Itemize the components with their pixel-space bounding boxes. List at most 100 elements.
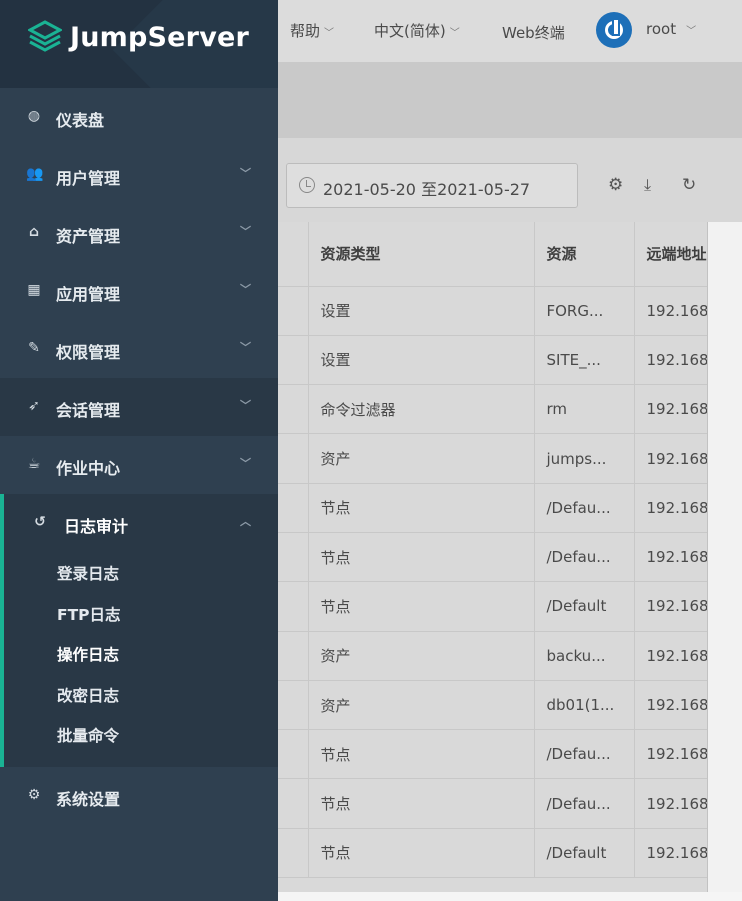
top-navbar: 帮助 ﹀ 中文(简体) ﹀ Web终端 root ﹀	[278, 0, 742, 62]
cell-remote-addr: 192.168	[634, 581, 707, 632]
submenu-operate-log[interactable]: 操作日志	[4, 635, 278, 676]
users-icon: 👥	[26, 166, 44, 182]
cell-hidden	[278, 778, 309, 829]
table-row[interactable]: 设置 FORG... 192.168	[278, 286, 707, 336]
cell-resource-type: 资产	[308, 433, 535, 484]
table-row[interactable]: 资产 jumps... 192.168	[278, 433, 707, 484]
chevron-down-icon: ﹀	[240, 225, 251, 238]
cell-resource: db01(1...	[534, 680, 635, 731]
table-row[interactable]: 节点/Defau... 192.168	[278, 483, 707, 533]
sidebar: JumpServer ◍ 仪表盘 👥 用户管理 ﹀ ⌂ 资产管理 ﹀ ▦ 应用管…	[0, 0, 278, 901]
brand-name: JumpServer	[70, 22, 250, 53]
cell-remote-addr: 192.168	[634, 778, 707, 829]
table-row[interactable]: 命令过滤器 rm 192.168	[278, 384, 707, 435]
cell-remote-addr: 192.168	[634, 286, 707, 336]
column-header-remote-addr[interactable]: 远端地址	[634, 222, 707, 287]
column-header-resource[interactable]: 资源	[534, 222, 635, 287]
sidebar-item-label: 应用管理	[56, 285, 121, 304]
refresh-icon[interactable]: ↻	[682, 175, 696, 195]
cell-resource: jumps...	[534, 433, 635, 484]
sidebar-item-settings[interactable]: ⚙ 系统设置	[0, 767, 278, 825]
submenu-password-change-log[interactable]: 改密日志	[4, 676, 278, 717]
cell-resource-type: 节点	[308, 828, 535, 879]
language-menu[interactable]: 中文(简体) ﹀	[374, 20, 460, 41]
cell-resource-type: 节点	[308, 581, 535, 632]
sidebar-item-label: 用户管理	[56, 169, 121, 188]
date-range-picker[interactable]: 2021-05-20 至2021-05-27	[286, 163, 578, 208]
download-icon[interactable]: ⤓	[644, 175, 651, 195]
settings-icon[interactable]: ⚙	[608, 175, 623, 195]
cell-resource-type: 节点	[308, 483, 535, 533]
sidebar-item-label: 系统设置	[56, 789, 121, 809]
chevron-down-icon: ﹀	[240, 457, 251, 470]
cell-hidden	[278, 729, 309, 780]
cogs-icon: ⚙	[27, 786, 41, 803]
cell-hidden	[278, 286, 309, 336]
sidebar-item-applications[interactable]: ▦ 应用管理 ﹀	[0, 262, 278, 320]
operation-log-table: 资源类型 资源 远端地址 设置 FORG... 192.168 设置 SITE_... 1…	[278, 222, 708, 892]
cell-resource-type: 资产	[308, 631, 535, 681]
help-menu[interactable]: 帮助 ﹀	[290, 20, 334, 41]
cell-hidden	[278, 335, 309, 386]
sidebar-item-label: 日志审计	[64, 517, 129, 536]
date-separator: 至	[421, 180, 438, 199]
logo-area: JumpServer	[0, 0, 278, 88]
sidebar-item-assets[interactable]: ⌂ 资产管理 ﹀	[0, 204, 278, 262]
chevron-down-icon: ﹀	[449, 28, 460, 39]
table-row[interactable]: 资产 backu... 192.168	[278, 631, 707, 681]
cell-resource: backu...	[534, 631, 635, 681]
web-terminal-link[interactable]: Web终端	[502, 22, 565, 43]
table-row[interactable]: 资产 db01(1... 192.168	[278, 680, 707, 731]
sidebar-item-users[interactable]: 👥 用户管理 ﹀	[0, 146, 278, 204]
sidebar-item-log-audit[interactable]: ↺ 日志审计 ︿	[0, 494, 278, 552]
date-end: 2021-05-27	[437, 180, 531, 199]
table-row[interactable]: 节点/Default 192.168	[278, 828, 707, 879]
chevron-down-icon: ﹀	[686, 26, 697, 37]
cell-remote-addr: 192.168	[634, 433, 707, 484]
column-header-resource-type[interactable]: 资源类型	[308, 222, 535, 287]
cell-resource-type: 节点	[308, 778, 535, 829]
table-row[interactable]: 节点/Defau... 192.168	[278, 729, 707, 780]
submenu-batch-command[interactable]: 批量命令	[4, 716, 278, 757]
cell-resource: /Default	[534, 828, 635, 879]
sidebar-item-sessions[interactable]: ➶ 会话管理 ﹀	[0, 378, 278, 436]
user-name: root	[646, 20, 677, 38]
submenu-ftp-log[interactable]: FTP日志	[4, 595, 278, 636]
dashboard-icon: ◍	[27, 108, 41, 124]
user-avatar-icon[interactable]	[596, 12, 632, 48]
user-menu[interactable]: root ﹀	[646, 20, 696, 38]
sidebar-nav: ◍ 仪表盘 👥 用户管理 ﹀ ⌂ 资产管理 ﹀ ▦ 应用管理 ﹀ ✎ 权限管理 …	[0, 88, 278, 825]
language-label: 中文(简体)	[374, 22, 446, 40]
column-header-hidden	[278, 222, 309, 287]
cell-remote-addr: 192.168	[634, 532, 707, 583]
table-row[interactable]: 设置 SITE_... 192.168	[278, 335, 707, 386]
cell-hidden	[278, 433, 309, 484]
cell-hidden	[278, 828, 309, 879]
sidebar-item-dashboard[interactable]: ◍ 仪表盘	[0, 88, 278, 146]
cell-resource-type: 设置	[308, 335, 535, 386]
table-header-row: 资源类型 资源 远端地址	[278, 222, 707, 287]
table-toolbar: 2021-05-20 至2021-05-27 ⚙ ⤓ ↻	[278, 138, 742, 222]
edit-icon: ✎	[28, 340, 40, 356]
submenu-login-log[interactable]: 登录日志	[4, 554, 278, 595]
jumpserver-logo-icon	[28, 20, 62, 52]
page-heading-bar	[278, 62, 742, 138]
grid-icon: ▦	[27, 282, 41, 298]
cell-resource-type: 命令过滤器	[308, 384, 535, 435]
log-audit-submenu: 登录日志 FTP日志 操作日志 改密日志 批量命令	[0, 552, 278, 767]
clock-icon	[299, 177, 315, 193]
cell-resource: rm	[534, 384, 635, 435]
sidebar-item-label: 权限管理	[56, 343, 121, 362]
table-row[interactable]: 节点/Default 192.168	[278, 581, 707, 632]
date-start: 2021-05-20	[323, 180, 416, 199]
chevron-down-icon: ﹀	[240, 167, 251, 180]
cell-hidden	[278, 581, 309, 632]
cell-resource-type: 资产	[308, 680, 535, 731]
sidebar-item-jobs[interactable]: ☕ 作业中心 ﹀	[0, 436, 278, 494]
table-row[interactable]: 节点/Defau... 192.168	[278, 532, 707, 583]
sidebar-item-permissions[interactable]: ✎ 权限管理 ﹀	[0, 320, 278, 378]
rocket-icon: ➶	[28, 398, 40, 414]
table-row[interactable]: 节点/Defau... 192.168	[278, 778, 707, 829]
cell-hidden	[278, 483, 309, 533]
help-label: 帮助	[290, 22, 321, 40]
